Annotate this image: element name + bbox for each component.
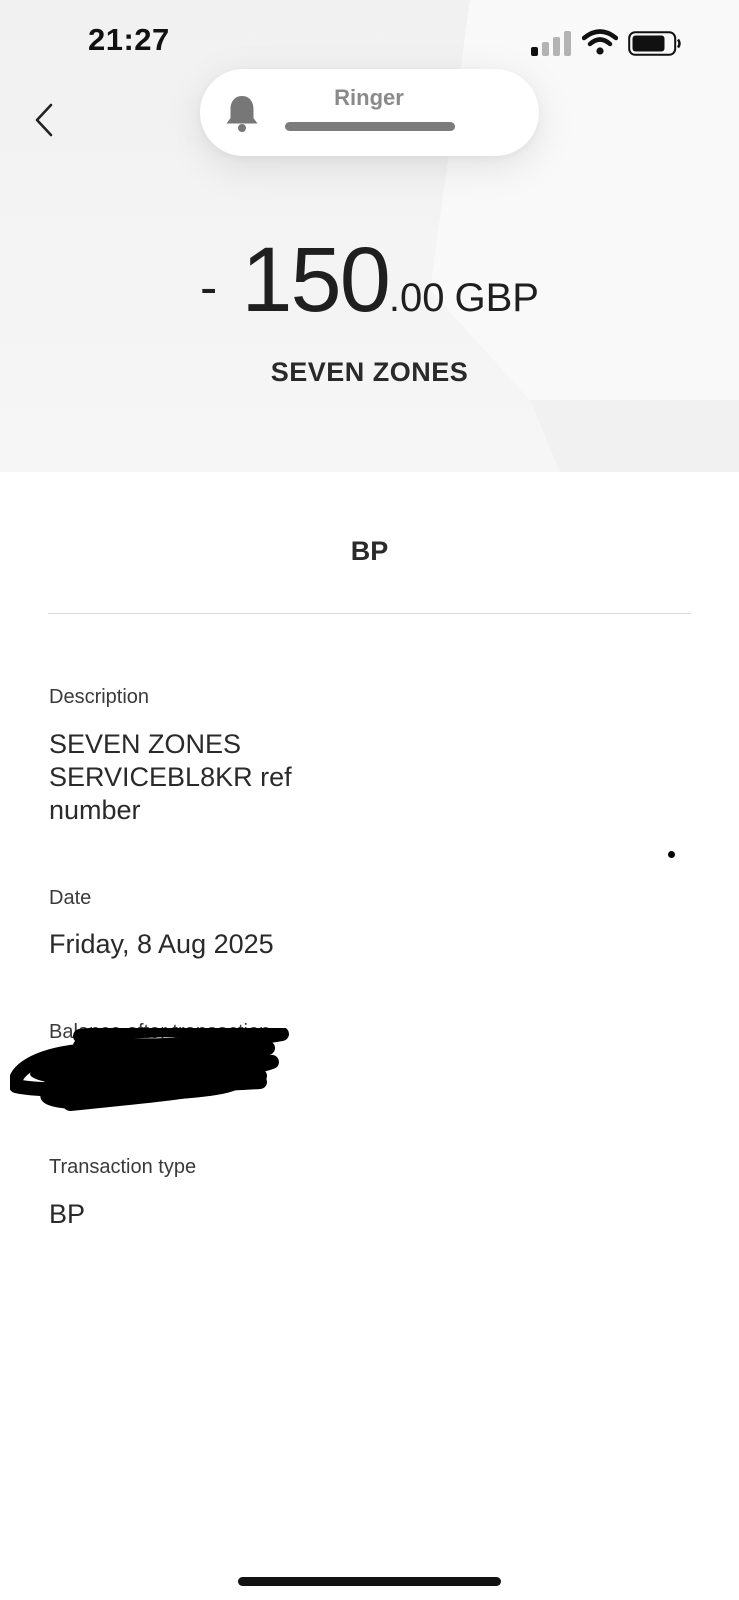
cellular-signal-icon	[531, 30, 571, 56]
description-label: Description	[49, 686, 150, 708]
transaction-detail-screen: 21:27 Ringer - 150.00 GBP SEVEN ZONES BP…	[0, 0, 739, 1600]
dot-mark	[668, 851, 675, 858]
ringer-volume-hud: Ringer	[200, 69, 539, 156]
transaction-type-value: BP	[49, 1199, 86, 1229]
back-button[interactable]	[26, 98, 62, 142]
merchant-name: SEVEN ZONES	[270, 357, 469, 387]
battery-icon	[628, 31, 681, 56]
transaction-type-label: Transaction type	[49, 1156, 197, 1178]
balance-label: Balance after transaction	[49, 1021, 271, 1043]
amount-sign: -	[200, 259, 218, 317]
description-value: SEVEN ZONES SERVICEBL8KR ref number	[49, 729, 292, 825]
home-indicator[interactable]	[238, 1577, 501, 1586]
transaction-category: BP	[350, 536, 389, 566]
date-label: Date	[49, 887, 92, 909]
status-time: 21:27	[88, 22, 170, 57]
transaction-header: 21:27 Ringer - 150.00 GBP SEVEN ZONES	[0, 0, 739, 472]
bell-icon	[226, 96, 258, 132]
wifi-icon	[582, 29, 618, 55]
divider	[48, 613, 691, 614]
date-value: Friday, 8 Aug 2025	[49, 929, 274, 959]
amount-whole: 150	[241, 229, 390, 331]
ringer-label: Ringer	[334, 85, 404, 110]
amount-currency: GBP	[454, 276, 539, 320]
chevron-left-icon	[35, 103, 53, 137]
balance-value: 36.91 GBP	[49, 1064, 182, 1094]
amount-decimal: .00	[388, 276, 445, 320]
transaction-amount: -150.00 GBP	[0, 228, 739, 333]
ringer-volume-bar	[285, 122, 455, 131]
